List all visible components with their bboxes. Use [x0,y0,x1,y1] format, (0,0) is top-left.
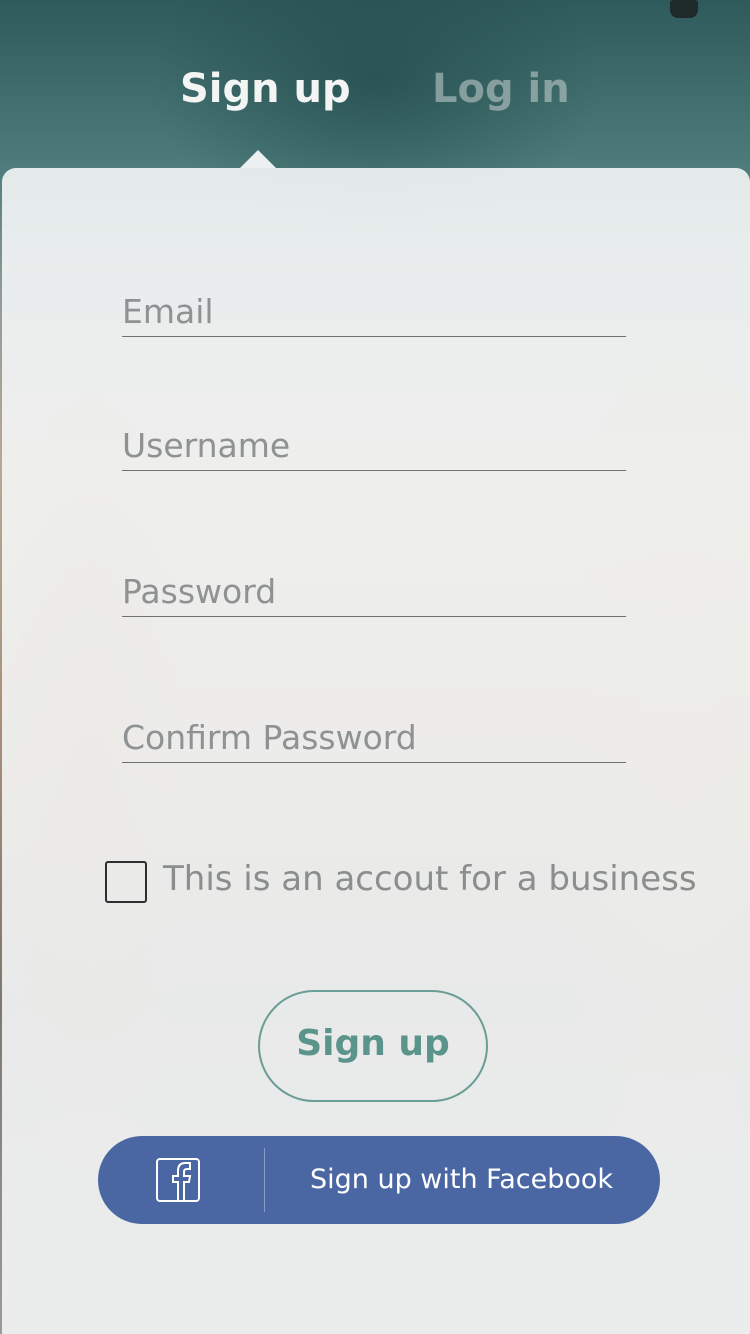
tab-signup[interactable]: Sign up [180,60,351,118]
business-checkbox-label[interactable]: This is an accout for a business [163,859,697,899]
username-field[interactable] [122,420,626,470]
facebook-button-divider [264,1148,265,1212]
tab-login[interactable]: Log in [432,60,570,118]
confirm-password-field[interactable] [122,712,626,762]
facebook-icon [156,1158,200,1202]
username-field-wrapper [122,420,626,471]
email-field-wrapper [122,286,626,337]
camera-icon [670,0,698,18]
business-checkbox-row: This is an accout for a business [105,859,705,905]
active-tab-pointer [240,150,276,168]
password-field-wrapper [122,566,626,617]
signup-button[interactable]: Sign up [258,990,488,1102]
signup-card: This is an accout for a business Sign up… [2,168,750,1334]
password-field[interactable] [122,566,626,616]
facebook-button-label: Sign up with Facebook [310,1164,614,1195]
email-field[interactable] [122,286,626,336]
facebook-signup-button[interactable]: Sign up with Facebook [98,1136,660,1224]
auth-tabs: Sign up Log in [0,60,750,120]
confirm-password-field-wrapper [122,712,626,763]
business-checkbox[interactable] [105,861,147,903]
